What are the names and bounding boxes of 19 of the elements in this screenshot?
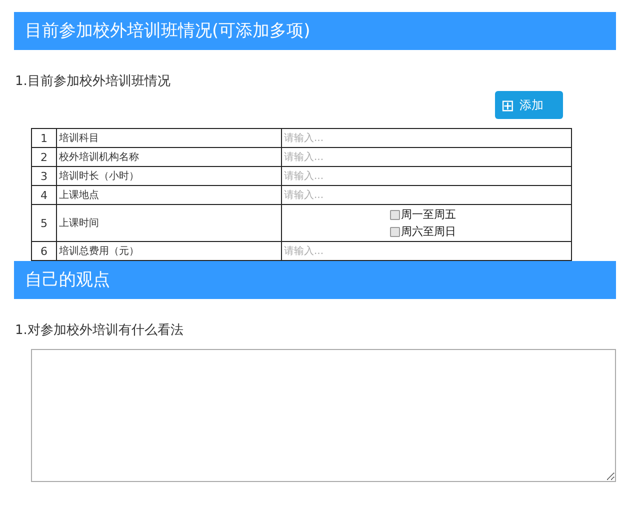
checkbox[interactable] xyxy=(390,210,400,220)
checkbox-label: 周六至周日 xyxy=(401,224,456,239)
row-number: 2 xyxy=(32,148,56,166)
table-cell: 培训时长（小时） xyxy=(56,166,282,186)
checkbox[interactable] xyxy=(390,226,400,236)
table-cell: 上课地点 xyxy=(56,186,282,204)
row-number: 1 xyxy=(32,128,56,148)
table-cell: 校外培训机构名称 xyxy=(56,148,282,166)
table-cell: 上课时间 xyxy=(56,204,282,242)
section-header: 自己的观点 xyxy=(14,261,616,299)
row-number: 5 xyxy=(32,204,56,242)
checkbox-label: 周一至周五 xyxy=(401,207,456,222)
question-text: 1.目前参加校外培训班情况 xyxy=(15,73,172,90)
section-header: 目前参加校外培训班情况(可添加多项) xyxy=(14,12,616,50)
add-button[interactable]: ⊞ 添加 xyxy=(495,91,563,119)
row-number: 3 xyxy=(32,166,56,186)
row-number: 4 xyxy=(32,186,56,204)
table-cell: 培训科目 xyxy=(56,128,282,148)
question-text: 1.对参加校外培训有什么看法 xyxy=(15,322,184,339)
